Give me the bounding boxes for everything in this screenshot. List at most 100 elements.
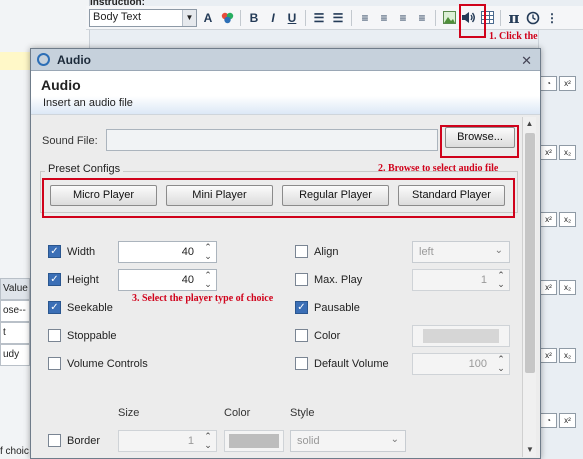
checkmark-icon: ✓: [48, 245, 61, 258]
style-header: Style: [290, 407, 315, 419]
spinner-arrows-icon[interactable]: ⌃ ⌄: [202, 243, 214, 261]
scrollbar-thumb[interactable]: [525, 133, 535, 373]
superscript-icon[interactable]: x²: [540, 348, 557, 363]
spinner-arrows-icon[interactable]: ⌃ ⌄: [202, 271, 214, 289]
border-size-stepper[interactable]: 1 ⌃ ⌄: [118, 430, 217, 452]
superscript-icon[interactable]: x²: [559, 413, 576, 428]
pausable-label: Pausable: [314, 301, 360, 314]
sound-file-label: Sound File:: [42, 135, 98, 147]
spinner-arrows-icon[interactable]: ⌃ ⌄: [495, 271, 507, 289]
stoppable-checkbox[interactable]: Stoppable: [48, 329, 117, 342]
width-stepper[interactable]: 40 ⌃ ⌄: [118, 241, 217, 263]
history-clock-icon[interactable]: [525, 9, 541, 27]
align-justify-icon[interactable]: ≡: [414, 9, 430, 27]
seekable-label: Seekable: [67, 301, 113, 314]
width-checkbox[interactable]: ✓ Width: [48, 245, 95, 258]
image-icon[interactable]: [441, 9, 457, 27]
volume-controls-checkbox[interactable]: Volume Controls: [48, 357, 148, 370]
default-volume-label: Default Volume: [314, 357, 389, 370]
align-select[interactable]: left ⌄: [412, 241, 510, 263]
max-play-stepper[interactable]: 1 ⌃ ⌄: [412, 269, 510, 291]
color-swatch-field[interactable]: [412, 325, 510, 347]
dialog-titlebar[interactable]: Audio ✕: [31, 49, 540, 71]
preset-configs-label: Preset Configs: [45, 163, 124, 175]
editor-toolbar: Body Text ▼ A B I U ☰ ☰ ≡ ≡ ≡ ≡ π ⋮: [86, 6, 583, 30]
side-controls-1: ◔ x²: [540, 76, 576, 91]
audio-button-highlight: [459, 4, 486, 38]
height-checkbox[interactable]: ✓ Height: [48, 273, 99, 286]
subscript-icon[interactable]: x₂: [559, 145, 576, 160]
dialog-title: Audio: [57, 52, 91, 67]
subscript-icon[interactable]: x₂: [559, 348, 576, 363]
align-center-icon[interactable]: ≡: [376, 9, 392, 27]
left-table: Value ose-- t udy: [0, 278, 30, 366]
border-color-field[interactable]: [224, 430, 284, 452]
toolbar-divider: [305, 9, 306, 26]
border-label: Border: [67, 434, 101, 447]
superscript-icon[interactable]: x²: [540, 280, 557, 295]
close-icon[interactable]: ✕: [521, 53, 532, 69]
size-header: Size: [118, 407, 140, 419]
color-swatch: [423, 329, 499, 343]
color-palette-icon[interactable]: [219, 9, 235, 27]
sound-file-input[interactable]: [106, 129, 438, 151]
max-play-checkbox[interactable]: Max. Play: [295, 273, 362, 286]
preset-configs-highlight: [42, 178, 515, 218]
scroll-up-icon[interactable]: ▲: [523, 117, 536, 131]
left-cell-study[interactable]: udy: [0, 344, 30, 366]
border-checkbox[interactable]: Border: [48, 434, 100, 447]
left-cell-t[interactable]: t: [0, 322, 30, 344]
italic-icon[interactable]: I: [265, 9, 281, 27]
left-cell-choose[interactable]: ose--: [0, 300, 30, 322]
left-bottom-text: f choic: [0, 446, 29, 457]
subscript-icon[interactable]: x₂: [559, 212, 576, 227]
subscript-icon[interactable]: x₂: [559, 280, 576, 295]
border-style-value: solid: [297, 435, 320, 447]
scroll-down-icon[interactable]: ▼: [523, 443, 537, 457]
seekable-checkbox[interactable]: ✓ Seekable: [48, 301, 113, 314]
pi-symbol-icon[interactable]: π: [506, 9, 522, 27]
side-controls-4: x² x₂: [540, 280, 576, 295]
vertical-scrollbar[interactable]: ▲ ▼: [522, 117, 536, 457]
history-clock-icon[interactable]: ◔: [540, 76, 557, 91]
right-strip: [538, 30, 583, 459]
font-size-icon[interactable]: A: [200, 9, 216, 27]
bold-icon[interactable]: B: [246, 9, 262, 27]
color-checkbox[interactable]: Color: [295, 329, 340, 342]
spinner-arrows-icon[interactable]: ⌃ ⌄: [202, 432, 214, 450]
side-controls-5: x² x₂: [540, 348, 576, 363]
pausable-checkbox[interactable]: ✓ Pausable: [295, 301, 360, 314]
left-cell-value: Value: [0, 278, 30, 300]
volume-controls-label: Volume Controls: [67, 357, 148, 370]
border-style-select[interactable]: solid ⌄: [290, 430, 406, 452]
spinner-arrows-icon[interactable]: ⌃ ⌄: [495, 355, 507, 373]
default-volume-checkbox[interactable]: Default Volume: [295, 357, 389, 370]
checkbox-empty-icon: [295, 329, 308, 342]
align-checkbox[interactable]: Align: [295, 245, 338, 258]
max-play-label: Max. Play: [314, 273, 363, 286]
height-stepper[interactable]: 40 ⌃ ⌄: [118, 269, 217, 291]
checkmark-icon: ✓: [295, 301, 308, 314]
checkbox-empty-icon: [48, 329, 61, 342]
more-options-icon[interactable]: ⋮: [544, 9, 560, 27]
align-label: Align: [314, 245, 339, 258]
default-volume-stepper[interactable]: 100 ⌃ ⌄: [412, 353, 510, 375]
superscript-icon[interactable]: x²: [540, 145, 557, 160]
history-clock-icon[interactable]: ◔: [540, 413, 557, 428]
align-left-icon[interactable]: ≡: [357, 9, 373, 27]
toolbar-divider: [435, 9, 436, 26]
checkbox-empty-icon: [295, 273, 308, 286]
chevron-down-icon: ⌄: [390, 434, 399, 445]
superscript-icon[interactable]: x²: [559, 76, 576, 91]
checkbox-empty-icon: [295, 357, 308, 370]
paragraph-style-select[interactable]: Body Text ▼: [89, 8, 197, 27]
side-controls-2: x² x₂: [540, 145, 576, 160]
align-right-icon[interactable]: ≡: [395, 9, 411, 27]
toolbar-divider: [351, 9, 352, 26]
color-label: Color: [314, 329, 341, 342]
bullet-list-icon[interactable]: ☰: [311, 9, 327, 27]
width-value: 40: [181, 246, 194, 258]
underline-icon[interactable]: U: [284, 9, 300, 27]
superscript-icon[interactable]: x²: [540, 212, 557, 227]
numbered-list-icon[interactable]: ☰: [330, 9, 346, 27]
